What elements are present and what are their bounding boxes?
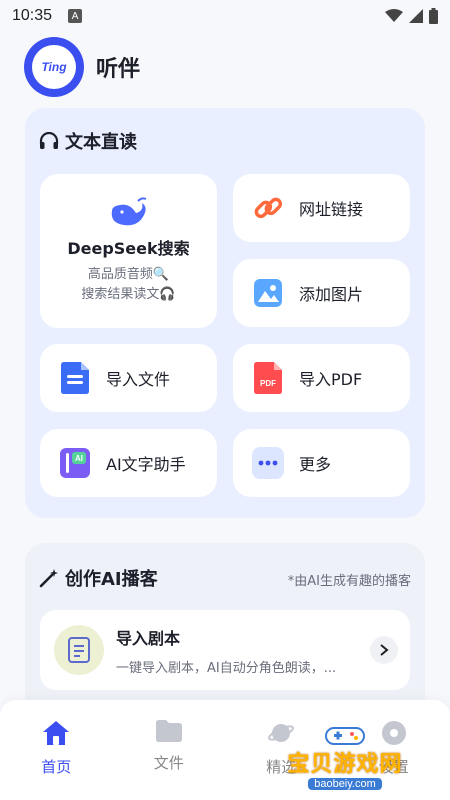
section-title-ai: 创作AI播客 — [39, 565, 158, 591]
import-script-card[interactable]: 导入剧本 一键导入剧本，AI自动分角色朗读，... — [40, 610, 410, 690]
headphones-icon — [39, 132, 59, 149]
import-file-label: 导入文件 — [106, 370, 171, 389]
section-title-ai-label: 创作AI播客 — [65, 569, 158, 590]
ai-note: *由AI生成有趣的播客 — [287, 574, 411, 589]
script-icon — [54, 625, 104, 675]
tab-home[interactable]: 首页 — [0, 700, 113, 800]
watermark-sub: baobeiy.com — [308, 778, 382, 790]
deepseek-line1: 高品质音频🔍 — [87, 267, 170, 282]
document-icon — [58, 361, 92, 395]
watermark-logo: 宝贝游戏网 baobeiy.com — [270, 710, 420, 790]
ai-writer-icon: AI — [58, 446, 92, 480]
tab-home-label: 首页 — [41, 758, 72, 776]
deepseek-title: DeepSeek搜索 — [67, 239, 190, 258]
url-link-label: 网址链接 — [299, 200, 364, 219]
app-name: 听伴 — [96, 57, 141, 82]
status-icons — [385, 8, 438, 24]
import-pdf-label: 导入PDF — [299, 370, 363, 389]
import-file-tile[interactable]: 导入文件 — [40, 344, 217, 412]
link-icon — [251, 191, 285, 225]
text-read-section: 文本直读 DeepSeek搜索 高品质音频🔍 搜索结果读文🎧 网址链接 添加图片… — [25, 108, 425, 518]
ai-writer-tile[interactable]: AI AI文字助手 — [40, 429, 217, 497]
deepseek-line2: 搜索结果读文🎧 — [81, 287, 176, 302]
deepseek-subtitle: 高品质音频🔍 搜索结果读文🎧 — [81, 265, 175, 305]
folder-icon — [155, 720, 182, 742]
app-header: Ting 听伴 — [24, 37, 140, 97]
logo-text: Ting — [32, 45, 76, 89]
tab-files[interactable]: 文件 — [113, 700, 226, 800]
section-title-read-label: 文本直读 — [65, 132, 137, 153]
script-description: 一键导入剧本，AI自动分角色朗读，... — [116, 660, 337, 676]
ai-writer-label: AI文字助手 — [106, 455, 186, 474]
battery-icon — [429, 8, 438, 24]
whale-icon — [111, 197, 146, 226]
magic-wand-icon — [39, 569, 58, 588]
pdf-icon: PDF — [251, 361, 285, 395]
pdf-badge-text: PDF — [260, 379, 276, 388]
chevron-right-icon[interactable] — [370, 636, 398, 664]
script-text: 导入剧本 一键导入剧本，AI自动分角色朗读，... — [116, 625, 366, 676]
home-icon — [43, 721, 70, 745]
signal-icon — [409, 9, 423, 23]
watermark-main: 宝贝游戏网 — [287, 752, 403, 777]
ai-podcast-section: 创作AI播客 *由AI生成有趣的播客 导入剧本 一键导入剧本，AI自动分角色朗读… — [25, 543, 425, 723]
image-icon — [251, 276, 285, 310]
more-label: 更多 — [299, 455, 332, 474]
add-image-label: 添加图片 — [299, 285, 364, 304]
more-tile[interactable]: 更多 — [233, 429, 410, 497]
tab-files-label: 文件 — [153, 754, 184, 772]
gamepad-icon — [325, 727, 365, 745]
notification-icon: A — [68, 9, 83, 23]
status-bar: 10:35 A — [0, 0, 450, 32]
url-link-tile[interactable]: 网址链接 — [233, 174, 410, 242]
ai-badge-text: AI — [75, 454, 83, 463]
section-title-read: 文本直读 — [39, 128, 137, 154]
add-image-tile[interactable]: 添加图片 — [233, 259, 410, 327]
script-title: 导入剧本 — [116, 628, 181, 648]
app-logo: Ting — [24, 37, 84, 97]
wifi-icon — [385, 9, 403, 22]
status-time: 10:35 — [12, 7, 53, 24]
deepseek-search-tile[interactable]: DeepSeek搜索 高品质音频🔍 搜索结果读文🎧 — [40, 174, 217, 328]
import-pdf-tile[interactable]: PDF 导入PDF — [233, 344, 410, 412]
more-icon — [251, 446, 285, 480]
